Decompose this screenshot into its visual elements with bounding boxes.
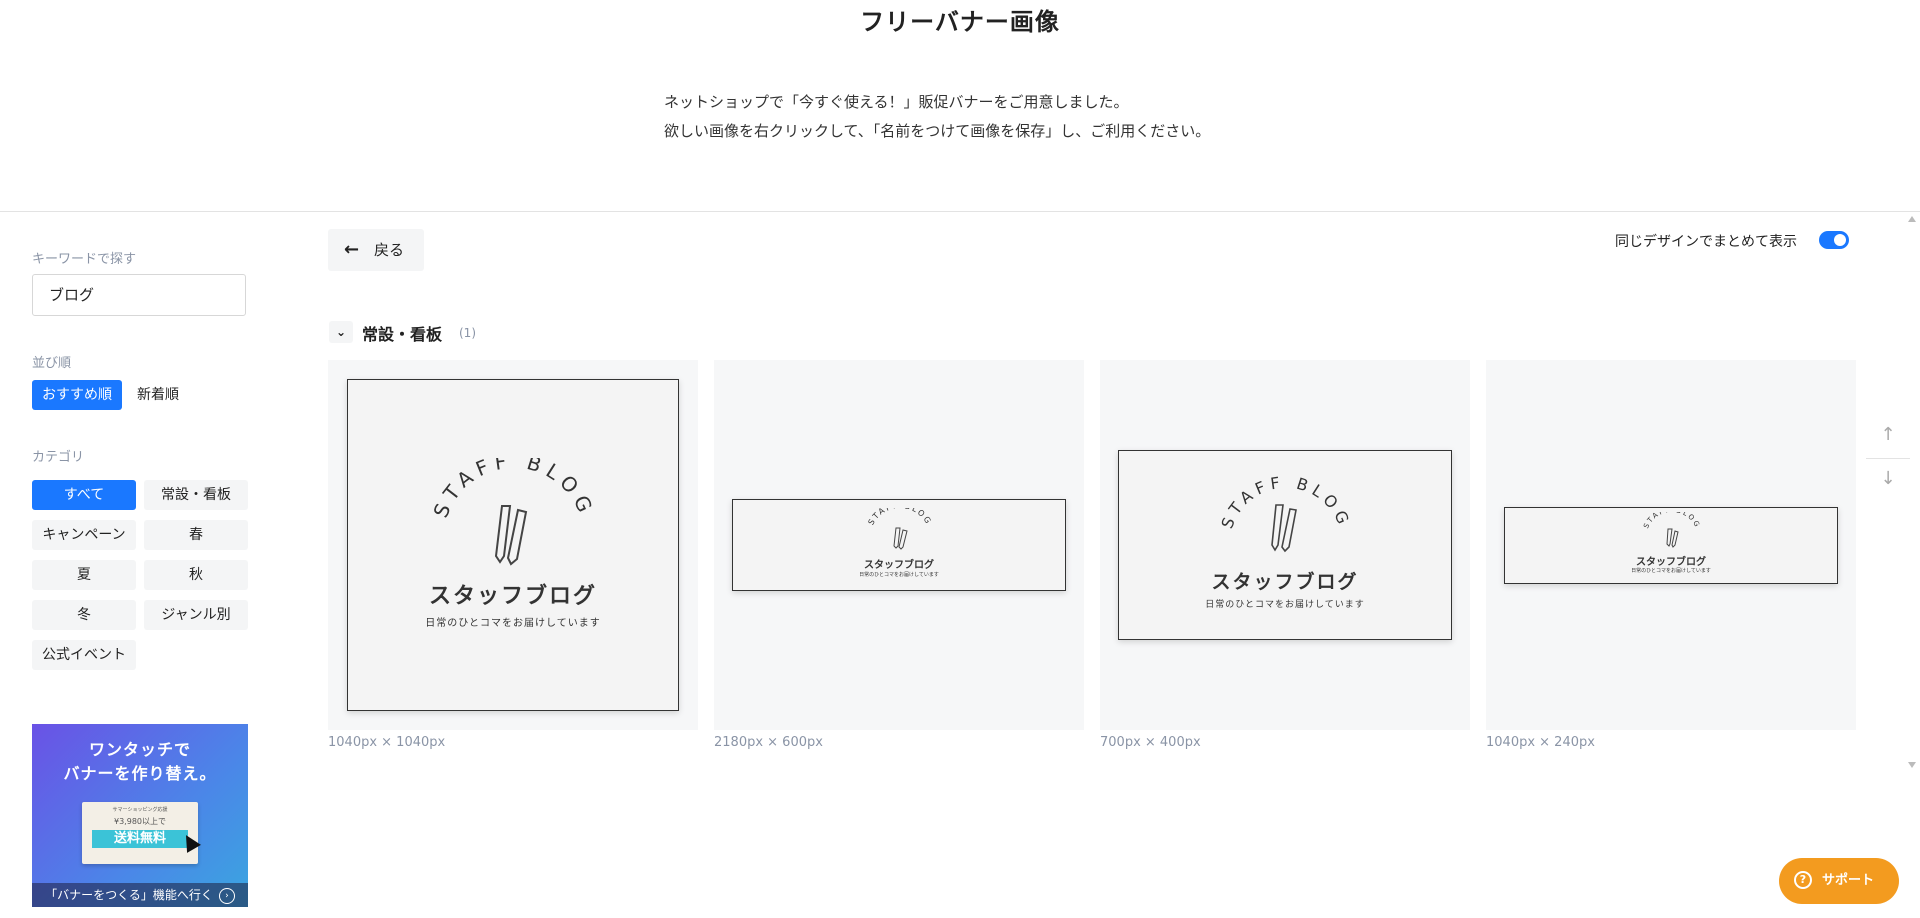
chevron-right-icon: › (218, 887, 235, 904)
pencil-icon (494, 505, 528, 566)
card-size-label-4: 1040px × 240px (1486, 735, 1595, 750)
category-genre[interactable]: ジャンル別 (144, 600, 248, 630)
sort-recommended-button[interactable]: おすすめ順 (32, 380, 122, 410)
intro-line-2: 欲しい画像を右クリックして、「名前をつけて画像を保存」し、ご利用ください。 (664, 122, 1211, 140)
banner-card-2[interactable]: STAFF BLOG スタッフブログ 日常のひとコマをお届けしています (714, 360, 1084, 730)
promo-card-sub: サマーショッピング応援 (112, 807, 168, 813)
section-count: (1) (459, 326, 476, 340)
category-permanent[interactable]: 常設・看板 (144, 480, 248, 510)
arrow-left-icon: ← (344, 239, 360, 260)
toggle-knob (1834, 234, 1846, 246)
banner-jp-title: スタッフブログ (428, 584, 597, 609)
staff-blog-arc-logo: STAFF BLOG (1217, 473, 1354, 553)
promo-card-price: ¥3,980以上で (114, 817, 166, 826)
banner-card-1[interactable]: STAFF BLOG スタッフブログ 日常のひとコマをお届けしています (328, 360, 698, 730)
promo-banner[interactable]: ワンタッチで バナーを作り替え。 サマーショッピング応援 ¥3,980以上で 送… (32, 724, 248, 907)
banner-image: STAFF BLOG スタッフブログ 日常のひとコマをお届けしています (1504, 507, 1838, 584)
keyword-search-input[interactable]: ブログ (32, 274, 246, 316)
banner-card-4[interactable]: STAFF BLOG スタッフブログ 日常のひとコマをお届けしています (1486, 360, 1856, 730)
staff-blog-arc-text: STAFF BLOG (1217, 473, 1354, 532)
banner-jp-title: スタッフブログ (864, 560, 934, 571)
banner-jp-title: スタッフブログ (1636, 557, 1706, 568)
sort-label: 並び順 (32, 356, 72, 371)
category-label: カテゴリ (32, 450, 85, 465)
staff-blog-arc-text: STAFF BLOG (1642, 512, 1702, 530)
back-button[interactable]: ← 戻る (328, 229, 424, 271)
promo-card-free: 送料無料 (92, 830, 188, 848)
section-collapse-button[interactable]: ⌄ (329, 321, 353, 343)
chevron-down-icon: ⌄ (335, 325, 347, 339)
banner-jp-sub: 日常のひとコマをお届けしています (859, 572, 939, 578)
category-spring[interactable]: 春 (144, 520, 248, 550)
support-button[interactable]: ? サポート (1779, 858, 1899, 904)
scroll-helper-divider (1866, 458, 1910, 459)
banner-jp-sub: 日常のひとコマをお届けしています (1205, 600, 1365, 610)
pencil-icon (1666, 528, 1679, 548)
pencil-icon (893, 527, 908, 550)
promo-footer[interactable]: 「バナーをつくる」機能へ行く › (32, 883, 248, 907)
back-label: 戻る (374, 241, 405, 259)
arrow-down-icon: ↓ (1880, 468, 1896, 489)
page-title: フリーバナー画像 (860, 8, 1060, 36)
category-all[interactable]: すべて (32, 480, 136, 510)
keyword-label: キーワードで探す (32, 252, 137, 267)
intro-text: ネットショップで「今すぐ使える！」販促バナーをご用意しました。 欲しい画像を右ク… (664, 88, 1210, 146)
staff-blog-arc-text: STAFF BLOG (866, 508, 933, 527)
scroll-bottom-button[interactable]: ↓ (1876, 468, 1900, 489)
scroll-top-button[interactable]: ↑ (1876, 424, 1900, 445)
intro-line-1: ネットショップで「今すぐ使える！」販促バナーをご用意しました。 (664, 93, 1129, 111)
support-label: サポート (1822, 873, 1875, 888)
group-toggle-switch[interactable] (1819, 231, 1849, 249)
category-autumn[interactable]: 秋 (144, 560, 248, 590)
card-size-label-2: 2180px × 600px (714, 735, 823, 750)
category-winter[interactable]: 冬 (32, 600, 136, 630)
card-size-label-3: 700px × 400px (1100, 735, 1201, 750)
banner-image: STAFF BLOG スタッフブログ 日常のひとコマをお届けしています (347, 379, 679, 711)
promo-title: ワンタッチで バナーを作り替え。 (63, 740, 217, 783)
card-size-label-1: 1040px × 1040px (328, 735, 446, 750)
promo-footer-label: 「バナーをつくる」機能へ行く (45, 888, 213, 902)
banner-image: STAFF BLOG スタッフブログ 日常のひとコマをお届けしています (1118, 450, 1452, 640)
header-divider (0, 211, 1920, 212)
staff-blog-arc-logo: STAFF BLOG (1642, 512, 1702, 548)
arrow-up-icon: ↑ (1880, 424, 1896, 445)
staff-blog-arc-text: STAFF BLOG (428, 458, 599, 521)
scrollbar-down-arrow[interactable] (1908, 762, 1916, 768)
content-scrollbar[interactable] (1908, 216, 1916, 768)
section-title: 常設・看板 (362, 325, 443, 344)
scrollbar-up-arrow[interactable] (1908, 216, 1916, 222)
banner-jp-sub: 日常のひとコマをお届けしています (1631, 568, 1711, 574)
pencil-icon (1271, 504, 1297, 553)
banner-image: STAFF BLOG スタッフブログ 日常のひとコマをお届けしています (732, 499, 1066, 591)
staff-blog-arc-logo: STAFF BLOG (428, 458, 599, 566)
promo-sample-card: サマーショッピング応援 ¥3,980以上で 送料無料 (82, 802, 198, 864)
banner-jp-sub: 日常のひとコマをお届けしています (425, 618, 601, 629)
category-official-event[interactable]: 公式イベント (32, 640, 136, 670)
banner-card-3[interactable]: STAFF BLOG スタッフブログ 日常のひとコマをお届けしています (1100, 360, 1470, 730)
question-icon: ? (1794, 871, 1812, 889)
staff-blog-arc-logo: STAFF BLOG (866, 508, 933, 550)
banner-jp-title: スタッフブログ (1211, 571, 1359, 593)
group-toggle-label: 同じデザインでまとめて表示 (1615, 234, 1797, 250)
category-summer[interactable]: 夏 (32, 560, 136, 590)
category-campaign[interactable]: キャンペーン (32, 520, 136, 550)
sort-newest-button[interactable]: 新着順 (127, 380, 189, 410)
